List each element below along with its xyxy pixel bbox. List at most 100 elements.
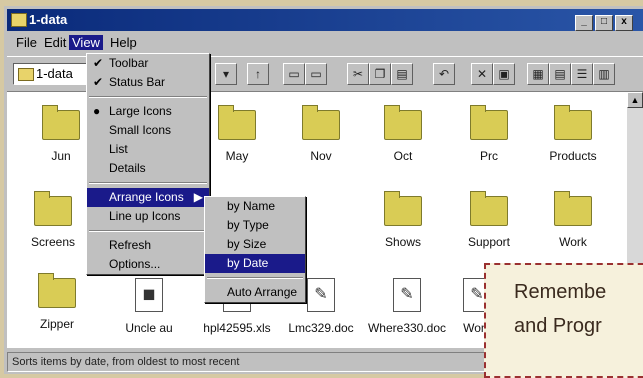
folder-icon	[38, 273, 76, 308]
up-folder-icon[interactable]: ↑	[247, 63, 269, 85]
item-label: Work	[559, 235, 587, 249]
small-icons-view-icon[interactable]: ▤	[549, 63, 571, 85]
window-controls: _ □ x	[573, 12, 633, 31]
folder-item[interactable]: Products	[533, 105, 613, 163]
folder-icon	[218, 105, 256, 140]
dropdown-arrow-icon[interactable]: ▾	[215, 63, 237, 85]
callout-note: Remembe and Progr	[484, 263, 643, 378]
large-icons-view-icon[interactable]: ▦	[527, 63, 549, 85]
folder-icon	[384, 191, 422, 226]
copy-icon[interactable]: ❐	[369, 63, 391, 85]
window-title: 1-data	[29, 12, 68, 27]
submenu-arrow-icon: ▶	[193, 190, 203, 204]
map-drive-icon[interactable]: ▭	[283, 63, 305, 85]
cut-icon[interactable]: ✂	[347, 63, 369, 85]
menu-item-details[interactable]: Details	[87, 159, 209, 178]
delete-icon[interactable]: ✕	[471, 63, 493, 85]
menu-item-label: Refresh	[109, 238, 152, 252]
menu-item-auto-arrange[interactable]: Auto Arrange	[205, 283, 305, 302]
menu-view[interactable]: View	[69, 35, 103, 50]
file-item[interactable]: ✎ Where330.doc	[367, 278, 447, 335]
shortcut-file-icon: ◼	[135, 278, 163, 312]
menu-item-small-icons[interactable]: Small Icons	[87, 121, 209, 140]
folder-item[interactable]: Work	[533, 191, 613, 249]
folder-item[interactable]: Prc	[449, 105, 529, 163]
menu-item-toolbar[interactable]: ✔ Toolbar	[87, 54, 209, 73]
file-item[interactable]: ◼ Uncle au	[109, 278, 189, 335]
menu-file[interactable]: File	[13, 35, 40, 50]
menu-item-arrange-icons[interactable]: Arrange Icons ▶	[87, 188, 209, 207]
folder-icon	[34, 191, 72, 226]
properties-icon[interactable]: ▣	[493, 63, 515, 85]
folder-item[interactable]: Zipper	[17, 273, 97, 331]
radio-dot-icon: ●	[93, 104, 101, 118]
menu-item-options[interactable]: Options...	[87, 255, 209, 274]
item-label: Where330.doc	[367, 321, 447, 335]
item-label: Oct	[393, 149, 413, 163]
folder-icon	[554, 105, 592, 140]
menu-item-by-size[interactable]: by Size	[205, 235, 305, 254]
menu-item-label: Details	[109, 161, 146, 175]
menu-separator	[89, 230, 207, 232]
menu-edit[interactable]: Edit	[41, 35, 69, 50]
menu-item-label: Line up Icons	[109, 209, 181, 223]
folder-icon	[42, 105, 80, 140]
menu-help[interactable]: Help	[107, 35, 140, 50]
check-icon: ✔	[93, 75, 104, 89]
item-label: Support	[467, 235, 511, 249]
disconnect-drive-icon[interactable]: ▭	[305, 63, 327, 85]
folder-item[interactable]: Shows	[363, 191, 443, 249]
menu-item-refresh[interactable]: Refresh	[87, 236, 209, 255]
item-label: Lmc329.doc	[288, 321, 354, 335]
item-label: Products	[549, 149, 597, 163]
menu-item-by-name[interactable]: by Name	[205, 197, 305, 216]
menu-item-list[interactable]: List	[87, 140, 209, 159]
note-line-2: and Progr	[514, 315, 602, 337]
folder-item[interactable]: Screens	[13, 191, 93, 249]
menu-separator	[89, 96, 207, 98]
item-label: hpl42595.xls	[203, 321, 271, 335]
item-label: Uncle au	[125, 321, 173, 335]
maximize-button[interactable]: □	[595, 15, 613, 31]
list-view-icon[interactable]: ☰	[571, 63, 593, 85]
arrange-submenu: by Name by Type by Size by Date Auto Arr…	[204, 196, 306, 303]
folder-icon	[470, 191, 508, 226]
menu-separator	[89, 182, 207, 184]
document-file-icon: ✎	[307, 278, 335, 312]
menu-item-label: Options...	[109, 257, 161, 271]
item-label: Nov	[310, 149, 332, 163]
close-button[interactable]: x	[615, 15, 633, 31]
menu-item-line-up-icons[interactable]: Line up Icons	[87, 207, 209, 226]
folder-icon	[18, 68, 34, 81]
minimize-button[interactable]: _	[575, 15, 593, 31]
check-icon: ✔	[93, 56, 104, 70]
item-label: Screens	[30, 235, 76, 249]
menu-item-large-icons[interactable]: ● Large Icons	[87, 102, 209, 121]
folder-item[interactable]: Support	[449, 191, 529, 249]
paste-icon[interactable]: ▤	[391, 63, 413, 85]
note-line-1: Remembe	[514, 281, 607, 303]
menu-bar: File Edit View Help	[7, 33, 643, 53]
menu-item-status-bar[interactable]: ✔ Status Bar	[87, 73, 209, 92]
address-text: 1-data	[36, 66, 73, 81]
menu-item-label: Small Icons	[109, 123, 172, 137]
menu-item-label: Status Bar	[109, 75, 166, 89]
item-label: Shows	[384, 235, 422, 249]
menu-item-by-date[interactable]: by Date	[205, 254, 305, 273]
document-file-icon: ✎	[393, 278, 421, 312]
undo-icon[interactable]: ↶	[433, 63, 455, 85]
folder-icon	[384, 105, 422, 140]
item-label: Prc	[480, 149, 498, 163]
menu-item-label: List	[109, 142, 128, 156]
title-bar[interactable]: 1-data _ □ x	[7, 9, 643, 31]
details-view-icon[interactable]: ▥	[593, 63, 615, 85]
scroll-up-icon[interactable]: ▲	[627, 92, 643, 108]
folder-icon	[302, 105, 340, 140]
folder-item[interactable]: Oct	[363, 105, 443, 163]
menu-item-label: Large Icons	[109, 104, 172, 118]
view-menu: ✔ Toolbar ✔ Status Bar ● Large Icons Small …	[86, 53, 210, 275]
item-label: Zipper	[39, 317, 74, 331]
status-bar: Sorts items by date, from oldest to most…	[7, 352, 513, 372]
folder-item[interactable]: Nov	[281, 105, 361, 163]
menu-item-by-type[interactable]: by Type	[205, 216, 305, 235]
